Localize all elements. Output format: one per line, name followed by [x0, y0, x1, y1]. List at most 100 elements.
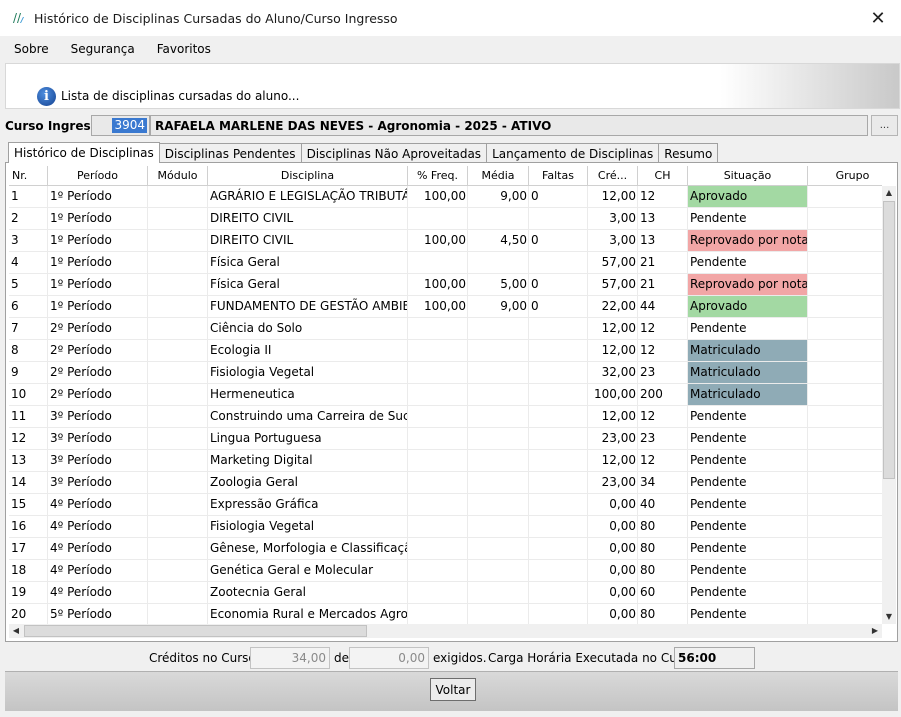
table-row[interactable]: 3 1º Período DIREITO CIVIL 100,00 4,50 0 3,00 1… [9, 230, 882, 252]
cell-media [468, 604, 529, 624]
cell-situacao: Pendente [688, 472, 808, 493]
cell-media [468, 384, 529, 405]
table-row[interactable]: 14 3º Período Zoologia Geral 23,00 34 Pendent… [9, 472, 882, 494]
scroll-down-icon[interactable]: ▼ [882, 610, 896, 624]
window-title: Histórico de Disciplinas Cursadas do Alu… [34, 10, 398, 26]
cell-disciplina: Fisiologia Vegetal [208, 516, 408, 537]
menu-item-favoritos[interactable]: Favoritos [149, 42, 219, 56]
table-row[interactable]: 5 1º Período Física Geral 100,00 5,00 0 57,00 2… [9, 274, 882, 296]
curso-lookup-button[interactable]: ... [871, 115, 898, 136]
menu-item-sobre[interactable]: Sobre [6, 42, 57, 56]
col-header-ch[interactable]: CH [638, 166, 688, 186]
col-header-freq[interactable]: % Freq. [408, 166, 468, 186]
cell-media [468, 450, 529, 471]
table-row[interactable]: 9 2º Período Fisiologia Vegetal 32,00 23 Matr… [9, 362, 882, 384]
horizontal-scrollbar[interactable]: ◀ ▶ [9, 624, 882, 638]
cell-freq [408, 538, 468, 559]
voltar-button[interactable]: Voltar [430, 678, 476, 701]
curso-ingresso-row: Curso Ingresso: 3904 RAFAELA MARLENE DAS… [0, 113, 901, 139]
curso-code-field[interactable]: 3904 [91, 115, 150, 136]
status-badge: Reprovado por nota [688, 274, 807, 295]
tab-lancamento[interactable]: Lançamento de Disciplinas [486, 143, 660, 163]
scroll-right-icon[interactable]: ▶ [868, 624, 882, 638]
scroll-left-icon[interactable]: ◀ [9, 624, 23, 638]
menu-item-seguranca[interactable]: Segurança [63, 42, 143, 56]
cell-media [468, 428, 529, 449]
cell-ch: 12 [638, 318, 688, 339]
table-row[interactable]: 2 1º Período DIREITO CIVIL 3,00 13 Pendente [9, 208, 882, 230]
footer-panel: Voltar [5, 671, 898, 711]
table-row[interactable]: 11º Período AGRÁRIO E LEGISLAÇÃO TRIBUTÁR… [9, 186, 882, 208]
col-header-creditos[interactable]: Cré... [588, 166, 638, 186]
table-row[interactable]: 18 4º Período Genética Geral e Molecular 0,… [9, 560, 882, 582]
table-row[interactable]: 7 2º Período Ciência do Solo 12,00 12 Pendent… [9, 318, 882, 340]
cell-grupo [808, 230, 882, 251]
cell-situacao: Pendente [688, 208, 808, 229]
cell-grupo [808, 406, 882, 427]
col-header-faltas[interactable]: Faltas [529, 166, 588, 186]
vertical-scrollbar[interactable]: ▲ ▼ [882, 186, 896, 624]
cell-freq [408, 604, 468, 624]
status-badge: Pendente [688, 406, 807, 427]
col-header-disciplina[interactable]: Disciplina [208, 166, 408, 186]
table-row[interactable]: 20 5º Período Economia Rural e Mercados Ag… [9, 604, 882, 624]
table-row[interactable]: 12 3º Período Lingua Portuguesa 23,00 23 Pend… [9, 428, 882, 450]
cell-faltas: 0 [529, 296, 588, 317]
cell-grupo [808, 274, 882, 295]
tab-nao-aproveitadas[interactable]: Disciplinas Não Aproveitadas [300, 143, 488, 163]
vertical-scroll-thumb[interactable] [883, 201, 895, 479]
col-header-modulo[interactable]: Módulo [148, 166, 208, 186]
cell-situacao: Pendente [688, 494, 808, 515]
col-header-media[interactable]: Média [468, 166, 529, 186]
cell-disciplina: AGRÁRIO E LEGISLAÇÃO TRIBUTÁRIA [208, 186, 408, 207]
cell-nr: 7 [9, 318, 48, 339]
cell-creditos: 0,00 [588, 516, 638, 537]
creditos-field: 34,00 [250, 647, 330, 669]
table-row[interactable]: 15 4º Período Expressão Gráfica 0,00 40 Pende… [9, 494, 882, 516]
table-row[interactable]: 6 1º Período FUNDAMENTO DE GESTÃO AMBIE...… [9, 296, 882, 318]
horizontal-scroll-thumb[interactable] [24, 625, 367, 637]
col-header-grupo[interactable]: Grupo [808, 166, 882, 186]
disciplinas-grid[interactable]: Nr. Período Módulo Disciplina % Freq. Mé… [9, 166, 882, 624]
tab-pendentes[interactable]: Disciplinas Pendentes [158, 143, 302, 163]
table-row[interactable]: 13 3º Período Marketing Digital 12,00 12 Pend… [9, 450, 882, 472]
cell-situacao: Pendente [688, 318, 808, 339]
table-row[interactable]: 10 2º Período Hermeneutica 100,00 200 Matricu… [9, 384, 882, 406]
grid-body: 11º PeríodoAGRÁRIO E LEGISLAÇÃO TRIBUTÁR… [9, 186, 882, 624]
cell-freq: 100,00 [408, 296, 468, 317]
cell-disciplina: Física Geral [208, 252, 408, 273]
status-badge: Pendente [688, 208, 807, 229]
status-badge: Pendente [688, 604, 807, 624]
col-header-situacao[interactable]: Situação [688, 166, 808, 186]
cell-grupo [808, 186, 882, 207]
cell-situacao: Pendente [688, 406, 808, 427]
table-row[interactable]: 8 2º Período Ecologia II 12,00 12 Matriculado [9, 340, 882, 362]
cell-modulo [148, 560, 208, 581]
scroll-up-icon[interactable]: ▲ [882, 186, 896, 200]
cell-situacao: Aprovado [688, 296, 808, 317]
tab-resumo[interactable]: Resumo [658, 143, 719, 163]
table-row[interactable]: 16 4º Período Fisiologia Vegetal 0,00 80 Pend… [9, 516, 882, 538]
table-row[interactable]: 11 3º Período Construindo uma Carreira de … [9, 406, 882, 428]
col-header-nr[interactable]: Nr. [9, 166, 48, 186]
tab-historico[interactable]: Histórico de Disciplinas [8, 142, 160, 163]
table-row[interactable]: 19 4º Período Zootecnia Geral 0,00 60 Pendent… [9, 582, 882, 604]
status-badge: Pendente [688, 472, 807, 493]
cell-freq [408, 208, 468, 229]
cell-grupo [808, 450, 882, 471]
cell-disciplina: Hermeneutica [208, 384, 408, 405]
cell-faltas [529, 428, 588, 449]
cell-media [468, 538, 529, 559]
cell-situacao: Matriculado [688, 384, 808, 405]
col-header-periodo[interactable]: Período [48, 166, 148, 186]
cell-creditos: 23,00 [588, 428, 638, 449]
cell-faltas [529, 252, 588, 273]
cell-media: 9,00 [468, 186, 529, 207]
cell-freq [408, 384, 468, 405]
table-row[interactable]: 4 1º Período Física Geral 57,00 21 Pendente [9, 252, 882, 274]
cell-nr: 13 [9, 450, 48, 471]
table-row[interactable]: 17 4º Período Gênese, Morfologia e Classif… [9, 538, 882, 560]
tab-strip: Histórico de Disciplinas Disciplinas Pen… [8, 142, 719, 163]
close-button[interactable]: ✕ [855, 0, 901, 36]
cell-ch: 12 [638, 406, 688, 427]
